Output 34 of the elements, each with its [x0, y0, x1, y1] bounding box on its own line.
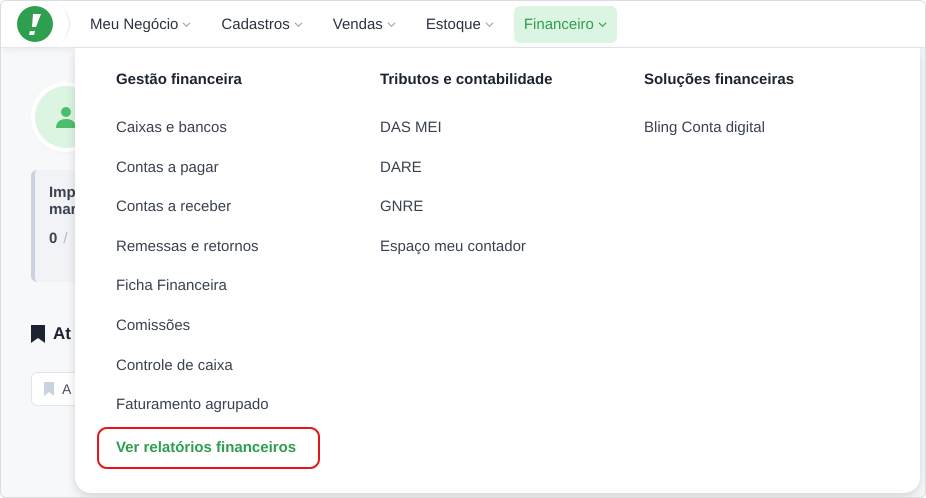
menu-column-title: Gestão financeira: [116, 70, 242, 90]
caret-icon: [182, 20, 192, 28]
logo-icon[interactable]: [17, 6, 53, 42]
nav-menu-item[interactable]: Meu Negócio: [80, 6, 202, 42]
bookmark-icon: [31, 325, 45, 343]
menu-column-title: Tributos e contabilidade: [380, 70, 553, 90]
caret-icon: [484, 20, 494, 28]
caret-icon: [294, 20, 303, 28]
card-title: mar: [49, 201, 78, 218]
nav-menu-item[interactable]: Cadastros: [211, 6, 313, 42]
nav-menu-item[interactable]: Vendas: [322, 6, 406, 42]
nav-menu-item[interactable]: Estoque: [416, 6, 504, 42]
person-icon: [54, 105, 78, 129]
menu-link[interactable]: Bling Conta digital: [625, 108, 784, 148]
count-separator: /: [63, 230, 68, 247]
menu-link[interactable]: Espaço meu contador: [361, 226, 545, 266]
menu-link[interactable]: DAS MEI: [361, 108, 461, 148]
bookmark-icon: [44, 382, 54, 396]
menu-link[interactable]: Controle de caixa: [97, 346, 252, 386]
menu-link[interactable]: Remessas e retornos: [97, 226, 278, 266]
menu-link[interactable]: Ficha Financeira: [97, 266, 246, 306]
caret-icon: [598, 20, 607, 28]
menu-link[interactable]: Contas a receber: [97, 187, 250, 227]
menu-link[interactable]: Comissões: [97, 306, 210, 346]
menu-link[interactable]: GNRE: [361, 187, 442, 227]
card-title: Imp: [49, 184, 77, 201]
count-value: 0: [49, 230, 58, 247]
menu-link[interactable]: Faturamento agrupado: [97, 385, 288, 425]
section-title: At: [53, 324, 71, 344]
menu-link[interactable]: DARE: [361, 148, 441, 188]
menu-link[interactable]: Contas a pagar: [97, 148, 238, 188]
menu-link[interactable]: Caixas e bancos: [97, 108, 246, 148]
menu-column-title: Soluções financeiras: [644, 70, 794, 90]
caret-icon: [386, 20, 396, 28]
